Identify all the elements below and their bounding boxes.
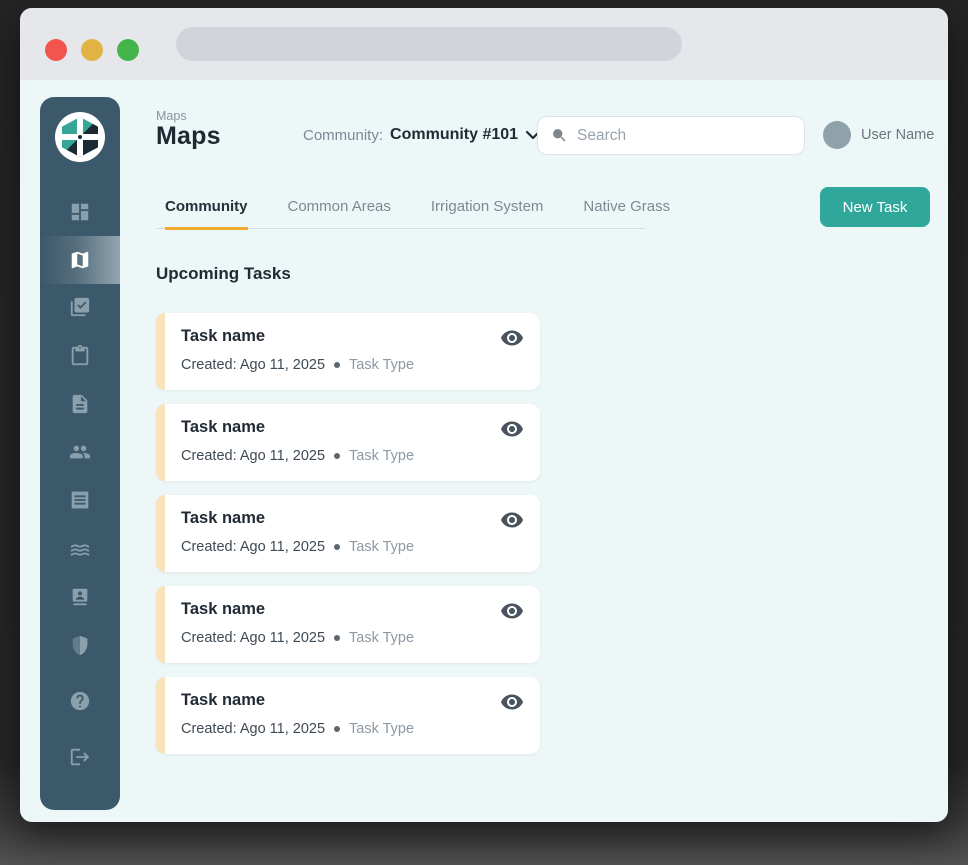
task-name: Task name [181,327,266,345]
tab-native-grass[interactable]: Native Grass [583,192,670,228]
section-title: Upcoming Tasks [156,264,291,283]
sidebar-item-irrigation[interactable] [40,524,120,572]
meta-separator-dot [334,726,341,732]
task-card[interactable]: Task name Created: Ago 11, 2025 Task Typ… [156,313,540,390]
clipboard-icon [71,345,89,366]
task-status-stripe [156,404,165,481]
task-type: Task Type [349,630,415,646]
task-name: Task name [181,691,266,709]
view-task-button[interactable] [500,417,524,441]
search-icon [553,129,566,142]
meta-separator-dot [334,544,341,550]
task-status-stripe [156,313,165,390]
task-name: Task name [181,418,266,436]
task-card[interactable]: Task name Created: Ago 11, 2025 Task Typ… [156,677,540,754]
task-meta: Created: Ago 11, 2025 Task Type [181,448,414,464]
dashboard-icon [71,203,89,221]
app-logo[interactable] [55,112,105,162]
sidebar-item-documents[interactable] [40,380,120,428]
meta-separator-dot [334,453,341,459]
eye-icon [501,330,523,346]
task-list: Task name Created: Ago 11, 2025 Task Typ… [156,313,540,768]
sidebar-item-maps[interactable] [40,236,120,284]
breadcrumb: Maps [156,109,187,123]
user-menu[interactable]: User Name [823,121,934,149]
document-icon [72,394,88,414]
task-name: Task name [181,509,266,527]
receipt-icon [71,490,89,510]
tasks-check-icon [70,297,90,317]
sidebar-item-dashboard[interactable] [40,188,120,236]
tab-irrigation-system[interactable]: Irrigation System [431,192,544,228]
help-icon [70,691,90,711]
sidebar-item-help[interactable] [40,677,120,725]
browser-chrome [20,8,948,80]
meta-separator-dot [334,635,341,641]
shield-icon [72,635,88,656]
tab-bar: Community Common Areas Irrigation System… [156,192,670,230]
traffic-lights [45,39,139,61]
map-icon [71,251,89,269]
page-title: Maps [156,122,221,150]
task-status-stripe [156,677,165,754]
eye-icon [501,421,523,437]
tab-community[interactable]: Community [165,192,248,230]
view-task-button[interactable] [500,690,524,714]
logout-icon [70,748,90,766]
task-created-date: Created: Ago 11, 2025 [181,630,326,646]
sidebar-item-people[interactable] [40,428,120,476]
view-task-button[interactable] [500,326,524,350]
sidebar-item-security[interactable] [40,621,120,669]
sidebar-item-receipts[interactable] [40,476,120,524]
task-type: Task Type [349,539,415,555]
view-task-button[interactable] [500,599,524,623]
minimize-window-icon[interactable] [81,39,103,61]
task-created-date: Created: Ago 11, 2025 [181,539,326,555]
eye-icon [501,603,523,619]
task-type: Task Type [349,448,415,464]
task-meta: Created: Ago 11, 2025 Task Type [181,357,414,373]
maximize-window-icon[interactable] [117,39,139,61]
eye-icon [501,694,523,710]
task-meta: Created: Ago 11, 2025 Task Type [181,630,414,646]
task-name: Task name [181,600,266,618]
sidebar [40,97,120,810]
task-type: Task Type [349,721,415,737]
community-selector[interactable]: Community: Community #101 [303,124,541,146]
task-created-date: Created: Ago 11, 2025 [181,357,326,373]
community-value: Community #101 [390,126,519,143]
tab-common-areas[interactable]: Common Areas [288,192,391,228]
search-box [537,116,805,155]
task-card[interactable]: Task name Created: Ago 11, 2025 Task Typ… [156,404,540,481]
sidebar-item-tasks[interactable] [40,283,120,331]
waves-icon [70,544,90,556]
task-created-date: Created: Ago 11, 2025 [181,448,326,464]
task-card[interactable]: Task name Created: Ago 11, 2025 Task Typ… [156,495,540,572]
task-status-stripe [156,495,165,572]
task-status-stripe [156,586,165,663]
avatar [823,121,851,149]
community-label: Community: [303,126,384,144]
task-card[interactable]: Task name Created: Ago 11, 2025 Task Typ… [156,586,540,663]
app-content: Maps Maps Community: Community #101 User… [20,80,948,822]
eye-icon [501,512,523,528]
close-window-icon[interactable] [45,39,67,61]
url-bar[interactable] [176,27,682,61]
task-created-date: Created: Ago 11, 2025 [181,721,326,737]
view-task-button[interactable] [500,508,524,532]
meta-separator-dot [334,362,341,368]
task-meta: Created: Ago 11, 2025 Task Type [181,539,414,555]
user-name: User Name [861,127,935,143]
search-input[interactable] [577,126,791,145]
task-type: Task Type [349,357,415,373]
contact-card-icon [72,588,88,606]
browser-window: Maps Maps Community: Community #101 User… [20,8,948,822]
new-task-button[interactable]: New Task [820,187,930,227]
sidebar-item-logout[interactable] [40,733,120,781]
people-icon [69,445,91,459]
sidebar-item-clipboard[interactable] [40,332,120,380]
task-meta: Created: Ago 11, 2025 Task Type [181,721,414,737]
sidebar-item-contacts[interactable] [40,573,120,621]
